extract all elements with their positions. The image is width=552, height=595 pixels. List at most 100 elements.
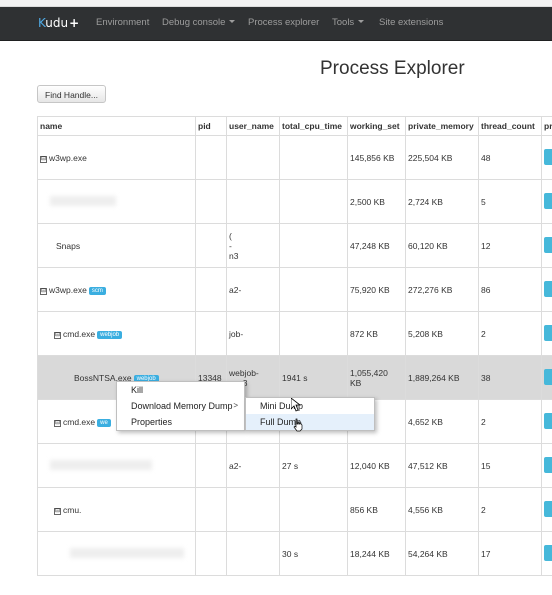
cell-user-name xyxy=(226,487,280,532)
cell-name: ⊟ cmu. xyxy=(37,487,196,532)
chevron-right-icon: > xyxy=(233,401,238,410)
find-handle-button[interactable]: Find Handle... xyxy=(37,85,106,103)
menu-item-download-memory-dump[interactable]: Download Memory Dump > xyxy=(117,398,244,414)
cell-working-set: 1,055,420 KB xyxy=(347,355,406,400)
process-badge: we xyxy=(97,418,111,427)
redacted-name xyxy=(70,547,184,558)
menu-item-kill[interactable]: Kill xyxy=(117,382,244,398)
col-working-set[interactable]: working_set xyxy=(347,116,406,136)
menu-item-full-dump[interactable]: Full Dump xyxy=(246,414,374,430)
cell-pid xyxy=(195,179,227,224)
cell-thread-count: 38 xyxy=(478,355,542,400)
col-total-cpu-time[interactable]: total_cpu_time xyxy=(279,116,348,136)
cell-name xyxy=(37,443,196,488)
cell-user-name xyxy=(226,135,280,180)
process-name: cmd.exe xyxy=(63,416,96,427)
col-private-memory[interactable]: private_memory xyxy=(405,116,479,136)
process-name: cmd.exe xyxy=(63,328,96,339)
process-action-button[interactable] xyxy=(544,544,552,561)
collapse-icon[interactable]: ⊟ xyxy=(40,287,47,295)
nav-debug-console[interactable]: Debug console xyxy=(162,17,236,28)
cell-cpu-time xyxy=(279,267,348,312)
cell-name: ⊟ cmd.exe webjob xyxy=(37,311,196,356)
collapse-icon[interactable]: ⊟ xyxy=(40,155,47,163)
process-action-button[interactable] xyxy=(544,412,552,429)
collapse-icon[interactable]: ⊟ xyxy=(54,507,61,515)
navbar: Kudu+ Environment Debug console Process … xyxy=(0,7,552,41)
collapse-icon[interactable]: ⊟ xyxy=(54,331,61,339)
cell-thread-count: 17 xyxy=(478,531,542,576)
cell-user-name: a2- xyxy=(226,267,280,312)
col-pid[interactable]: pid xyxy=(195,116,227,136)
cell-private-memory: 225,504 KB xyxy=(405,135,479,180)
cell-user-name xyxy=(226,179,280,224)
chevron-down-icon xyxy=(229,20,236,23)
table-row[interactable]: ⊟ w3wp.exe 145,856 KB 225,504 KB 48 xyxy=(37,135,552,180)
table-row[interactable]: ⊟ cmd.exe webjob job- 872 KB 5,208 KB 2 xyxy=(37,311,552,356)
nav-environment[interactable]: Environment xyxy=(96,17,149,28)
process-action-button[interactable] xyxy=(544,456,552,473)
menu-item-properties[interactable]: Properties xyxy=(117,414,244,430)
cell-private-memory: 4,556 KB xyxy=(405,487,479,532)
table-row[interactable]: ⊟ w3wp.exe scm a2- 75,920 KB 272,276 KB 86 xyxy=(37,267,552,312)
cell-user-name: ( - n3 xyxy=(226,223,280,268)
cell-cpu-time xyxy=(279,223,348,268)
hand-cursor-icon xyxy=(293,418,303,432)
table-row[interactable]: ⊟ cmu. 856 KB 4,556 KB 2 xyxy=(37,487,552,532)
col-pr[interactable]: pr xyxy=(541,116,552,136)
cell-pid xyxy=(195,223,227,268)
cell-private-memory: 47,512 KB xyxy=(405,443,479,488)
redacted-name xyxy=(50,195,116,206)
cell-thread-count: 2 xyxy=(478,487,542,532)
cell-pr xyxy=(541,355,552,400)
process-action-button[interactable] xyxy=(544,236,552,253)
process-action-button[interactable] xyxy=(544,500,552,517)
cell-private-memory: 60,120 KB xyxy=(405,223,479,268)
cell-cpu-time: 1941 s xyxy=(279,355,348,400)
table-row[interactable]: 30 s 18,244 KB 54,264 KB 17 xyxy=(37,531,552,576)
process-name: w3wp.exe xyxy=(49,284,87,295)
menu-item-mini-dump[interactable]: Mini Dump xyxy=(246,398,374,414)
cell-cpu-time xyxy=(279,135,348,180)
table-row[interactable]: a2- 27 s 12,040 KB 47,512 KB 15 xyxy=(37,443,552,488)
nav-tools[interactable]: Tools xyxy=(332,17,365,28)
table-row[interactable]: BossNTSA.exewebjob13348webjob- ecn31941 … xyxy=(37,355,552,400)
cell-working-set: 2,500 KB xyxy=(347,179,406,224)
cell-working-set: 145,856 KB xyxy=(347,135,406,180)
cell-cpu-time: 27 s xyxy=(279,443,348,488)
process-action-button[interactable] xyxy=(544,192,552,209)
cell-pr xyxy=(541,267,552,312)
cell-pr xyxy=(541,135,552,180)
cell-pid xyxy=(195,443,227,488)
col-name[interactable]: name xyxy=(37,116,196,136)
cell-thread-count: 86 xyxy=(478,267,542,312)
process-action-button[interactable] xyxy=(544,368,552,385)
process-name: w3wp.exe xyxy=(49,152,87,163)
cell-name: Snaps xyxy=(37,223,196,268)
cell-pid xyxy=(195,487,227,532)
process-table: name pid user_name total_cpu_time workin… xyxy=(37,116,552,576)
cell-pid xyxy=(195,135,227,180)
page-title: Process Explorer xyxy=(320,58,465,79)
col-thread-count[interactable]: thread_count xyxy=(478,116,542,136)
process-action-button[interactable] xyxy=(544,280,552,297)
table-row[interactable]: Snaps ( - n3 47,248 KB 60,120 KB 12 xyxy=(37,223,552,268)
context-menu: Kill Download Memory Dump > Properties xyxy=(116,381,245,431)
cell-thread-count: 2 xyxy=(478,399,542,444)
process-action-button[interactable] xyxy=(544,324,552,341)
collapse-icon[interactable]: ⊟ xyxy=(54,419,61,427)
nav-site-extensions[interactable]: Site extensions xyxy=(379,17,443,28)
process-action-button[interactable] xyxy=(544,148,552,165)
cell-name xyxy=(37,531,196,576)
cell-private-memory: 4,652 KB xyxy=(405,399,479,444)
col-user-name[interactable]: user_name xyxy=(226,116,280,136)
cell-name: ⊟ w3wp.exe xyxy=(37,135,196,180)
kudu-logo[interactable]: Kudu+ xyxy=(38,16,79,30)
cell-pr xyxy=(541,311,552,356)
table-row[interactable]: 2,500 KB 2,724 KB 5 xyxy=(37,179,552,224)
cell-pr xyxy=(541,223,552,268)
nav-process-explorer[interactable]: Process explorer xyxy=(248,17,319,28)
cell-pr xyxy=(541,443,552,488)
cell-working-set: 872 KB xyxy=(347,311,406,356)
cell-name xyxy=(37,179,196,224)
